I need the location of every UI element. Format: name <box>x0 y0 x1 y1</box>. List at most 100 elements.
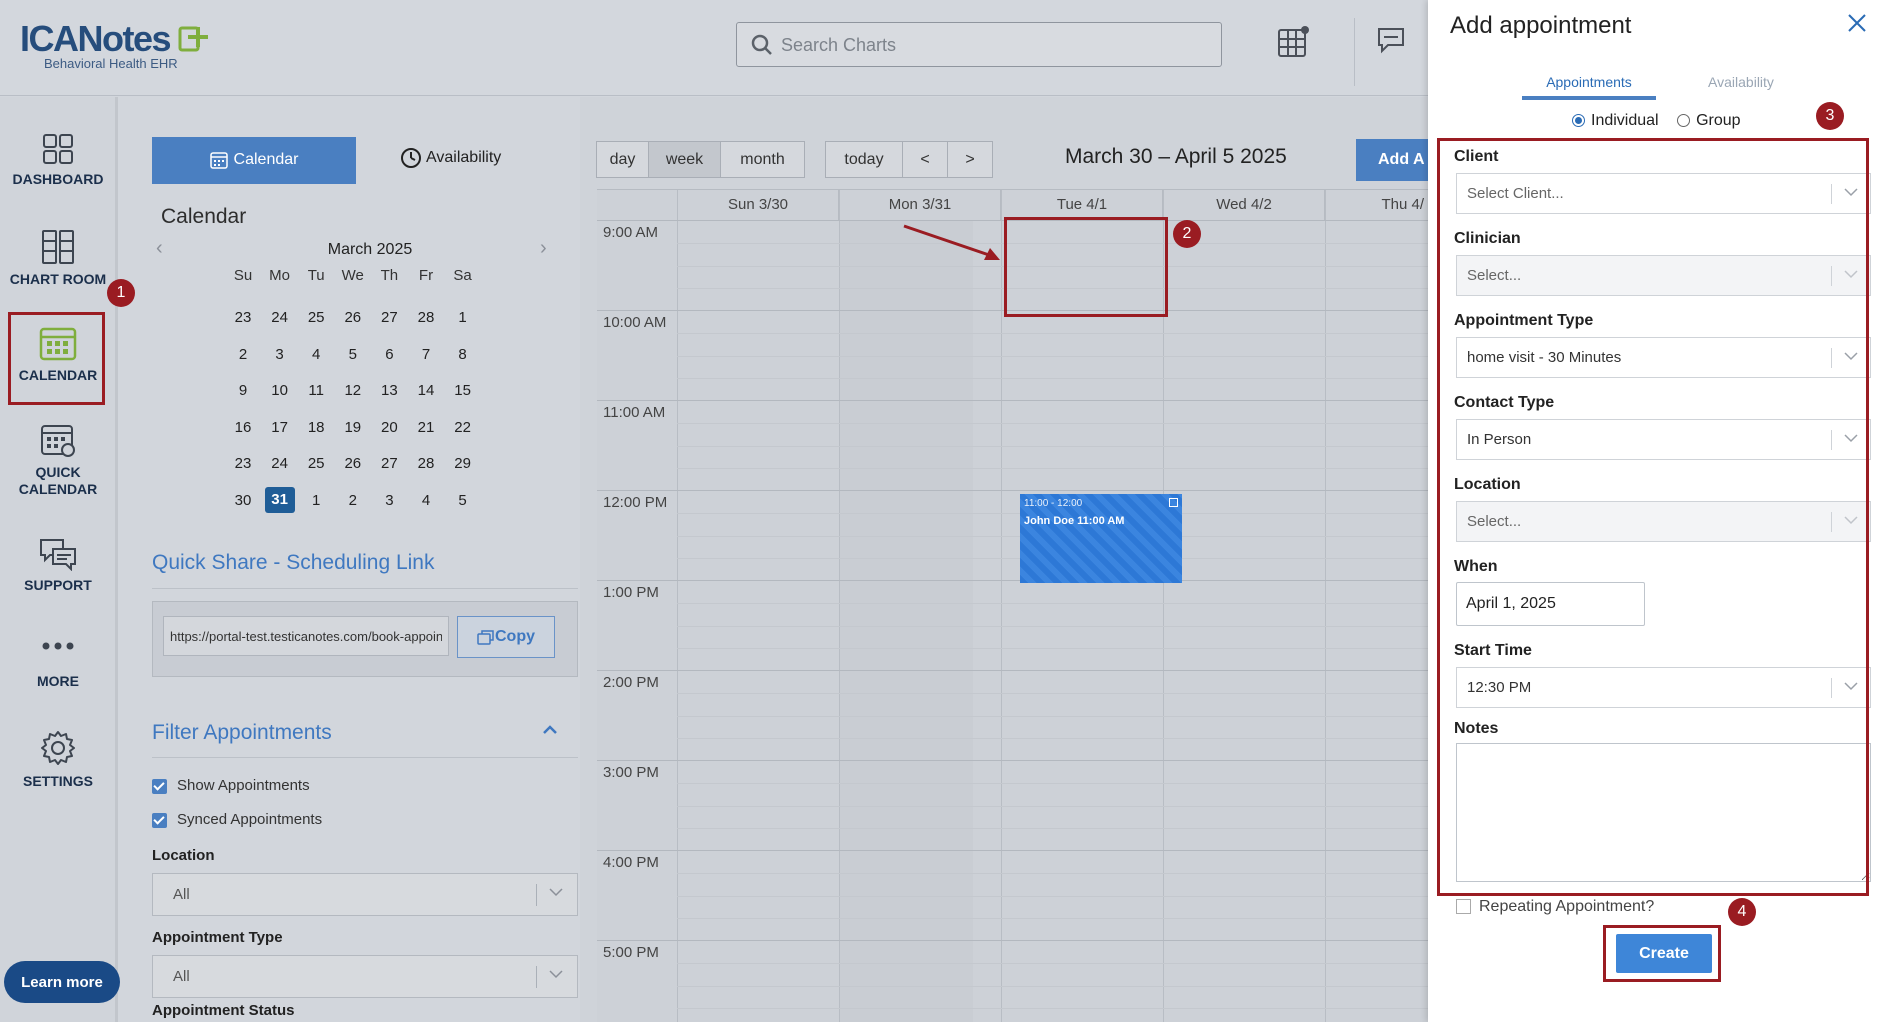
next-week-button[interactable]: > <box>947 141 993 178</box>
mini-calendar-day[interactable]: 13 <box>374 382 404 399</box>
learn-more-button[interactable]: Learn more <box>4 961 120 1003</box>
repeating-appointment-checkbox[interactable]: Repeating Appointment? <box>1456 898 1654 916</box>
mini-calendar-day[interactable]: 26 <box>338 455 368 472</box>
mini-calendar-day[interactable]: 20 <box>374 419 404 436</box>
mini-calendar-day[interactable]: 24 <box>265 455 295 472</box>
location-select[interactable]: Select... <box>1456 501 1871 542</box>
mini-calendar-day[interactable]: 9 <box>228 382 258 399</box>
copy-link-button[interactable]: Copy <box>457 616 555 658</box>
mini-calendar-day[interactable]: 31 <box>264 487 295 513</box>
radio-individual-label: Individual <box>1591 112 1659 129</box>
mini-calendar-day[interactable]: 3 <box>265 346 295 363</box>
client-select[interactable]: Select Client... <box>1456 173 1871 214</box>
nav-quick-calendar[interactable]: QUICK CALENDAR <box>0 422 116 498</box>
mini-calendar-day[interactable]: 3 <box>374 492 404 509</box>
mini-calendar-day[interactable]: 18 <box>301 419 331 436</box>
mini-calendar-next-button[interactable]: › <box>540 237 547 260</box>
notes-textarea[interactable] <box>1456 743 1871 882</box>
mini-calendar-day[interactable]: 7 <box>411 346 441 363</box>
mini-calendar-day[interactable]: 4 <box>301 346 331 363</box>
chat-icon[interactable] <box>1376 26 1406 54</box>
mini-calendar-day[interactable]: 4 <box>411 492 441 509</box>
prev-week-button[interactable]: < <box>902 141 948 178</box>
mini-calendar-day[interactable]: 5 <box>338 346 368 363</box>
nav-dashboard[interactable]: DASHBOARD <box>0 133 116 188</box>
mini-calendar-day[interactable]: 24 <box>265 309 295 326</box>
start-time-select[interactable]: 12:30 PM <box>1456 667 1871 708</box>
nav-settings[interactable]: SETTINGS <box>0 729 116 790</box>
mini-calendar-day[interactable]: 27 <box>374 455 404 472</box>
mini-calendar-day[interactable]: 10 <box>265 382 295 399</box>
hour-row: 3:00 PM <box>597 760 1428 850</box>
radio-group[interactable]: Group <box>1677 112 1741 129</box>
view-week-button[interactable]: week <box>648 141 721 178</box>
day-header-wed[interactable]: Wed 4/2 <box>1164 190 1325 220</box>
mini-calendar-day[interactable]: 6 <box>374 346 404 363</box>
mini-calendar-day[interactable]: 26 <box>338 309 368 326</box>
mini-calendar-day[interactable]: 12 <box>338 382 368 399</box>
nav-more[interactable]: MORE <box>0 637 116 690</box>
scheduling-link-field[interactable] <box>163 616 449 656</box>
filter-appt-type-select[interactable]: All <box>152 955 578 998</box>
mini-calendar-day[interactable]: 25 <box>301 309 331 326</box>
mini-calendar-day[interactable]: 15 <box>448 382 478 399</box>
mini-calendar-prev-button[interactable]: ‹ <box>156 237 163 260</box>
nav-calendar[interactable]: CALENDAR <box>0 325 116 384</box>
drawer-tab-appointments[interactable]: Appointments <box>1522 74 1656 100</box>
mini-calendar-day[interactable]: 28 <box>411 455 441 472</box>
chevron-up-icon[interactable] <box>542 725 558 735</box>
mini-calendar-day[interactable]: 21 <box>411 419 441 436</box>
tab-calendar[interactable]: Calendar <box>152 137 356 184</box>
mini-calendar-day[interactable]: 1 <box>301 492 331 509</box>
appointment-type-select[interactable]: home visit - 30 Minutes <box>1456 337 1871 378</box>
radio-individual[interactable]: Individual <box>1572 112 1659 129</box>
search-box[interactable] <box>736 22 1222 67</box>
mini-calendar-day[interactable]: 8 <box>448 346 478 363</box>
mini-calendar-day[interactable]: 29 <box>448 455 478 472</box>
tab-availability[interactable]: Availability <box>400 147 501 169</box>
create-button[interactable]: Create <box>1616 934 1712 973</box>
show-appointments-checkbox[interactable]: Show Appointments <box>152 777 310 794</box>
day-header-mon[interactable]: Mon 3/31 <box>840 190 1001 220</box>
slot-line <box>677 446 1428 447</box>
gear-icon <box>41 731 75 765</box>
today-button[interactable]: today <box>825 141 903 178</box>
day-header-sun[interactable]: Sun 3/30 <box>678 190 839 220</box>
mini-calendar-day[interactable]: 28 <box>411 309 441 326</box>
mini-calendar-day[interactable]: 17 <box>265 419 295 436</box>
drawer-tab-availability[interactable]: Availability <box>1674 74 1808 96</box>
day-header-thu[interactable]: Thu 4/ <box>1326 190 1428 220</box>
mini-calendar-day[interactable]: 11 <box>301 382 331 399</box>
contact-type-select[interactable]: In Person <box>1456 419 1871 460</box>
add-appointment-button[interactable]: Add A <box>1356 139 1436 181</box>
mini-calendar-day[interactable]: 19 <box>338 419 368 436</box>
close-icon[interactable] <box>1848 14 1866 32</box>
view-month-button[interactable]: month <box>720 141 805 178</box>
calendar-event[interactable]: 11:00 - 12:00 John Doe 11:00 AM <box>1020 494 1182 583</box>
filter-location-select[interactable]: All <box>152 873 578 916</box>
mini-calendar-day[interactable]: 5 <box>448 492 478 509</box>
time-grid[interactable]: Sun 3/30 Mon 3/31 Tue 4/1 Wed 4/2 Thu 4/… <box>597 189 1428 1022</box>
mini-calendar-day[interactable]: 16 <box>228 419 258 436</box>
mini-calendar-day[interactable]: 22 <box>448 419 478 436</box>
slot-line <box>677 356 1428 357</box>
mini-calendar-day[interactable]: 30 <box>228 492 258 509</box>
mini-calendar-day[interactable]: 2 <box>338 492 368 509</box>
mini-calendar-day[interactable]: 23 <box>228 309 258 326</box>
icanotes-logo[interactable]: ICANotes Behavioral Health EHR <box>20 20 208 72</box>
search-input[interactable] <box>781 31 1201 59</box>
mini-calendar-day[interactable]: 23 <box>228 455 258 472</box>
mini-calendar-day[interactable]: 14 <box>411 382 441 399</box>
mini-calendar-day[interactable]: 27 <box>374 309 404 326</box>
when-date-input[interactable] <box>1456 582 1645 626</box>
mini-calendar-day[interactable]: 1 <box>448 309 478 326</box>
mini-calendar-day[interactable]: 2 <box>228 346 258 363</box>
nav-support[interactable]: SUPPORT <box>0 537 116 594</box>
chart-grid-icon[interactable] <box>1277 26 1309 58</box>
clinician-select[interactable]: Select... <box>1456 255 1871 296</box>
nav-chart-room[interactable]: CHART ROOM <box>0 229 116 288</box>
synced-appointments-checkbox[interactable]: Synced Appointments <box>152 811 322 828</box>
day-header-tue[interactable]: Tue 4/1 <box>1002 190 1163 220</box>
view-day-button[interactable]: day <box>596 141 649 178</box>
mini-calendar-day[interactable]: 25 <box>301 455 331 472</box>
